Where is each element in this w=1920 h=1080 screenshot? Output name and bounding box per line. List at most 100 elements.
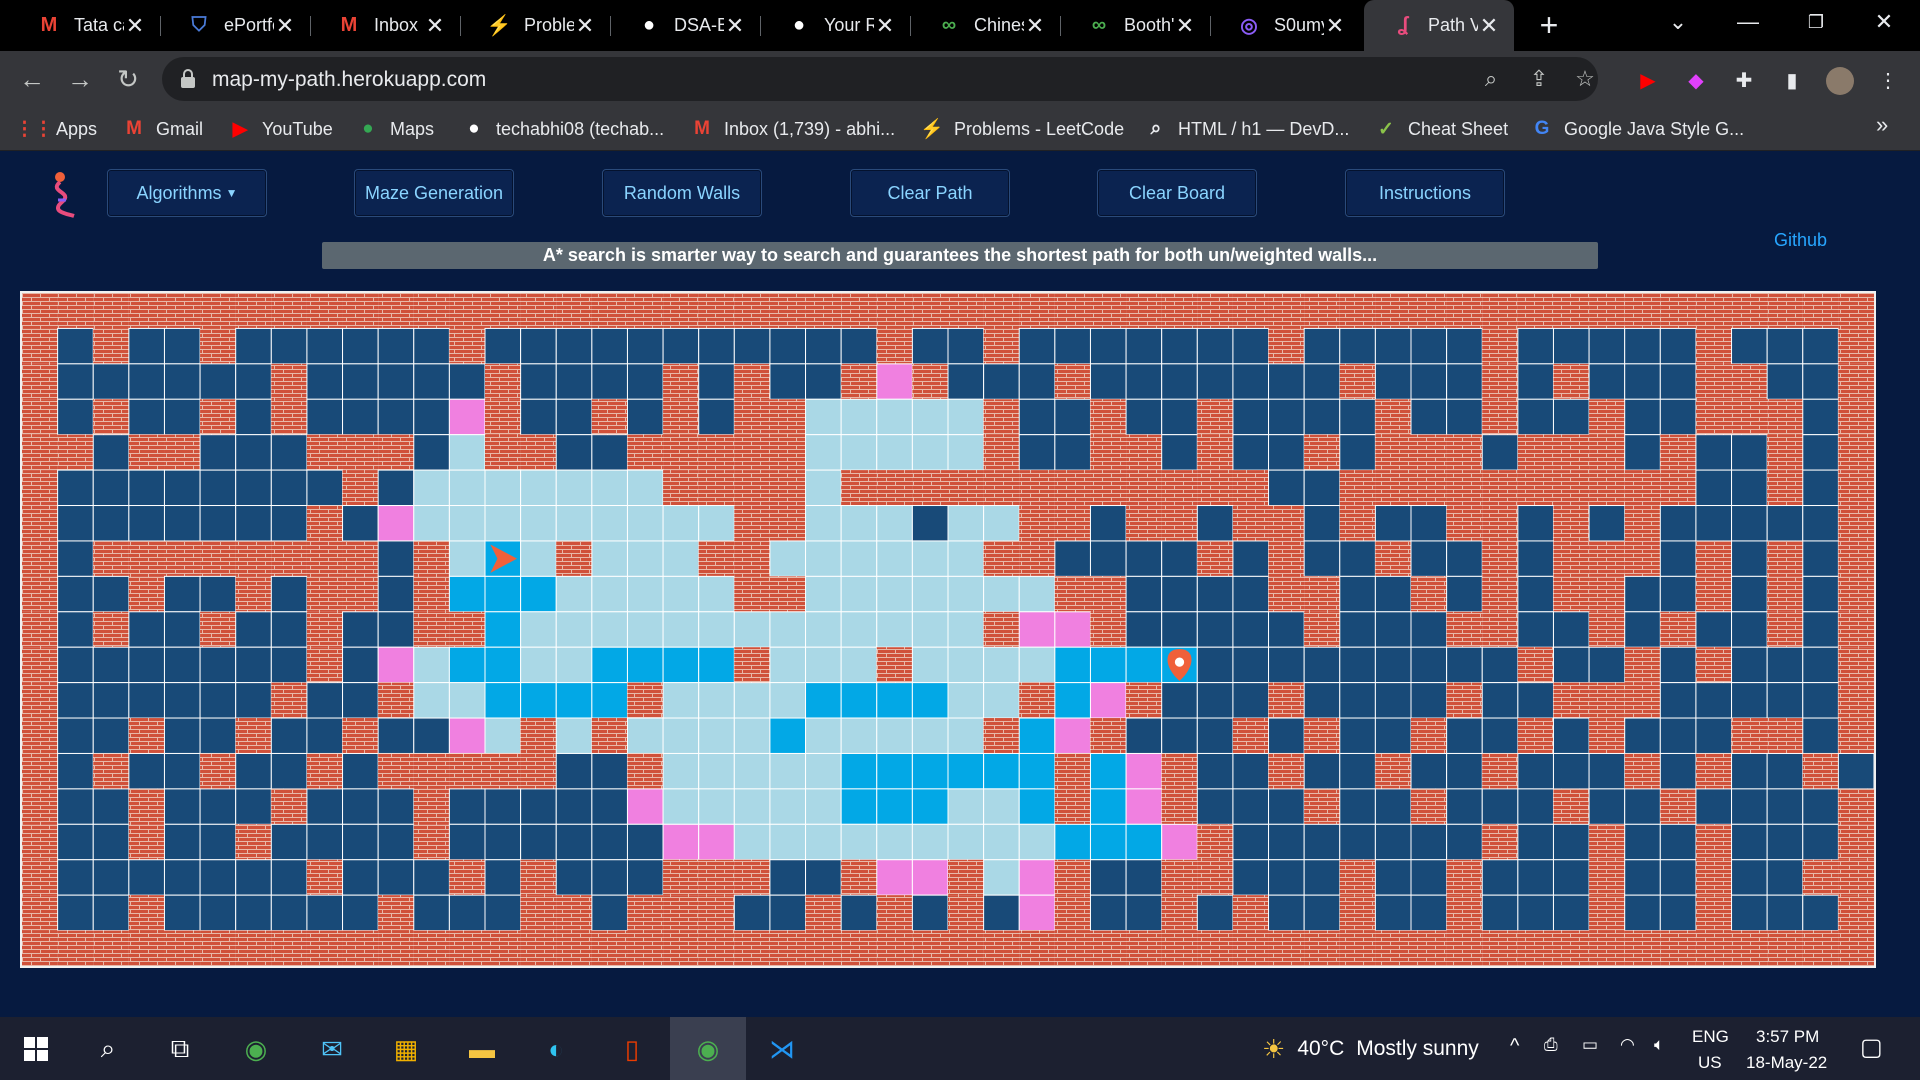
- empty-cell[interactable]: [1446, 752, 1483, 790]
- wall-cell[interactable]: [342, 576, 379, 612]
- empty-cell[interactable]: [1731, 894, 1768, 932]
- wall-cell[interactable]: [1339, 363, 1376, 400]
- visited-cell[interactable]: [662, 788, 700, 825]
- wall-cell[interactable]: [1695, 753, 1732, 789]
- wall-cell[interactable]: [128, 824, 165, 860]
- empty-cell[interactable]: [769, 327, 807, 365]
- close-tab-icon[interactable]: ✕: [1324, 13, 1346, 39]
- wall-cell[interactable]: [128, 293, 165, 329]
- empty-cell[interactable]: [1196, 611, 1234, 648]
- clear-board-button[interactable]: Clear Board: [1097, 169, 1257, 217]
- wall-cell[interactable]: [698, 930, 735, 966]
- empty-cell[interactable]: [1089, 859, 1127, 896]
- close-tab-icon[interactable]: ✕: [1478, 13, 1500, 39]
- visited-cell[interactable]: [911, 398, 949, 436]
- empty-cell[interactable]: [1802, 363, 1839, 400]
- empty-cell[interactable]: [235, 434, 272, 471]
- empty-cell[interactable]: [128, 363, 165, 400]
- wall-cell[interactable]: [983, 540, 1020, 577]
- bookmark-item[interactable]: ⋮⋮ Apps: [15, 115, 97, 143]
- wall-cell[interactable]: [1482, 293, 1518, 329]
- empty-cell[interactable]: [1659, 823, 1697, 861]
- wall-cell[interactable]: [627, 434, 664, 471]
- empty-cell[interactable]: [1410, 894, 1448, 932]
- battery-icon[interactable]: ▭: [1582, 1035, 1598, 1055]
- empty-cell[interactable]: [1731, 752, 1768, 790]
- wall-cell[interactable]: [22, 540, 58, 577]
- wall-cell[interactable]: [22, 930, 58, 966]
- empty-cell[interactable]: [377, 788, 415, 825]
- path-cell[interactable]: [911, 682, 949, 719]
- wall-cell[interactable]: [912, 470, 948, 506]
- visited-cell[interactable]: [662, 717, 700, 754]
- wall-cell[interactable]: [1695, 647, 1732, 683]
- extensions-puzzle-icon[interactable]: ✚: [1730, 67, 1758, 95]
- wall-cell[interactable]: [698, 540, 735, 577]
- empty-cell[interactable]: [1339, 823, 1376, 861]
- wall-cell[interactable]: [520, 718, 557, 754]
- wall-cell[interactable]: [1624, 470, 1661, 506]
- empty-cell[interactable]: [947, 327, 985, 365]
- visited-cell[interactable]: [840, 717, 878, 754]
- wall-cell[interactable]: [128, 576, 165, 612]
- wall-cell[interactable]: [769, 399, 806, 435]
- empty-cell[interactable]: [1054, 540, 1091, 577]
- visited-cell[interactable]: [840, 434, 878, 471]
- maze-generation-button[interactable]: Maze Generation: [354, 169, 514, 217]
- wall-cell[interactable]: [1161, 753, 1198, 789]
- empty-cell[interactable]: [1268, 717, 1305, 754]
- empty-cell[interactable]: [1125, 327, 1163, 365]
- empty-cell[interactable]: [235, 505, 272, 542]
- wall-cell[interactable]: [1375, 930, 1411, 966]
- empty-cell[interactable]: [1196, 752, 1234, 790]
- empty-cell[interactable]: [1268, 611, 1305, 648]
- empty-cell[interactable]: [1766, 646, 1804, 684]
- restore-button[interactable]: ❐: [1786, 0, 1846, 44]
- empty-cell[interactable]: [1802, 434, 1839, 471]
- empty-cell[interactable]: [1125, 575, 1163, 613]
- wall-cell[interactable]: [93, 753, 129, 789]
- wall-cell[interactable]: [876, 328, 913, 364]
- empty-cell[interactable]: [128, 646, 165, 684]
- frontier-cell[interactable]: [448, 717, 486, 754]
- empty-cell[interactable]: [698, 363, 735, 400]
- empty-cell[interactable]: [1624, 611, 1661, 648]
- wall-cell[interactable]: [912, 363, 948, 400]
- path-cell[interactable]: [626, 646, 664, 684]
- empty-cell[interactable]: [1339, 575, 1376, 613]
- empty-cell[interactable]: [1659, 894, 1697, 932]
- empty-cell[interactable]: [1339, 717, 1376, 754]
- wall-cell[interactable]: [1838, 399, 1874, 435]
- empty-cell[interactable]: [1446, 717, 1483, 754]
- browser-tab[interactable]: ● DSA-Bi✕: [610, 0, 760, 51]
- wall-cell[interactable]: [1197, 540, 1233, 577]
- empty-cell[interactable]: [57, 505, 94, 542]
- empty-cell[interactable]: [1517, 859, 1554, 896]
- empty-cell[interactable]: [413, 894, 450, 932]
- wall-cell[interactable]: [342, 434, 379, 471]
- empty-cell[interactable]: [57, 540, 94, 577]
- empty-cell[interactable]: [1766, 859, 1804, 896]
- empty-cell[interactable]: [1196, 682, 1234, 719]
- visited-cell[interactable]: [520, 646, 557, 684]
- empty-cell[interactable]: [484, 859, 522, 896]
- empty-cell[interactable]: [1232, 859, 1270, 896]
- visited-cell[interactable]: [1018, 646, 1056, 684]
- wall-cell[interactable]: [413, 293, 450, 329]
- wall-cell[interactable]: [1446, 682, 1483, 719]
- wall-cell[interactable]: [1411, 293, 1447, 329]
- wall-cell[interactable]: [698, 434, 735, 471]
- wall-cell[interactable]: [556, 293, 592, 329]
- empty-cell[interactable]: [377, 327, 415, 365]
- empty-cell[interactable]: [163, 363, 201, 400]
- empty-cell[interactable]: [413, 363, 450, 400]
- wall-cell[interactable]: [1339, 293, 1376, 329]
- visited-cell[interactable]: [591, 540, 628, 577]
- wall-cell[interactable]: [271, 363, 307, 400]
- wall-cell[interactable]: [413, 930, 450, 966]
- wall-cell[interactable]: [1304, 788, 1340, 825]
- visited-cell[interactable]: [911, 611, 949, 648]
- empty-cell[interactable]: [1125, 717, 1163, 754]
- empty-cell[interactable]: [342, 823, 379, 861]
- wall-cell[interactable]: [22, 505, 58, 541]
